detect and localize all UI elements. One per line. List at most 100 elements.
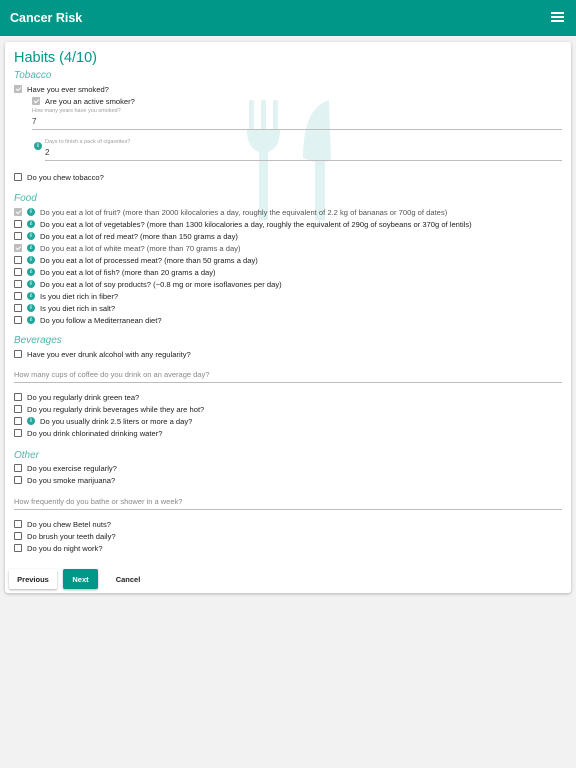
bathe-frequency-input[interactable]: How frequently do you bathe or shower in… — [14, 491, 562, 510]
checkbox-night-work[interactable] — [14, 544, 22, 552]
app-title: Cancer Risk — [10, 11, 83, 25]
info-icon[interactable]: i — [27, 417, 35, 425]
coffee-cups-placeholder: How many cups of coffee do you drink on … — [14, 370, 210, 379]
app-bar: Cancer Risk — [0, 0, 576, 36]
section-title-food: Food — [14, 193, 37, 204]
food-checkbox[interactable] — [14, 256, 22, 264]
bathe-frequency-placeholder: How frequently do you bathe or shower in… — [14, 497, 183, 506]
food-checkbox[interactable] — [14, 316, 22, 324]
info-icon[interactable]: i — [27, 244, 35, 252]
food-checkbox[interactable] — [14, 304, 22, 312]
habits-card: Habits (4/10) Tobacco Have you ever smok… — [5, 42, 571, 593]
checkbox-alcohol[interactable] — [14, 350, 22, 358]
checkbox-row-active-smoker[interactable]: Are you an active smoker? — [32, 95, 135, 107]
checkbox-row-brush[interactable]: Do brush your teeth daily? — [14, 530, 116, 542]
food-item-label: Is you diet rich in fiber? — [40, 291, 119, 301]
exercise-label: Do you exercise regularly? — [27, 463, 117, 473]
info-icon[interactable]: i — [34, 142, 42, 150]
info-icon[interactable]: i — [27, 256, 35, 264]
food-checkbox[interactable] — [14, 220, 22, 228]
section-title-tobacco: Tobacco — [14, 70, 52, 81]
cancel-button[interactable]: Cancel — [108, 569, 148, 589]
food-checkbox-row[interactable]: i Do you eat a lot of processed meat? (mo… — [14, 254, 258, 266]
food-checkbox-row[interactable]: i Is you diet rich in fiber? — [14, 290, 118, 302]
food-item-label: Do you eat a lot of fish? (more than 20 … — [40, 267, 216, 277]
info-icon[interactable]: i — [27, 220, 35, 228]
checkbox-chlorinated[interactable] — [14, 429, 22, 437]
hot-drinks-label: Do you regularly drink beverages while t… — [27, 404, 205, 414]
checkbox-row-water[interactable]: i Do you usually drink 2.5 liters or mor… — [14, 415, 192, 427]
section-title-beverages: Beverages — [14, 335, 62, 346]
checkbox-hot-drinks[interactable] — [14, 405, 22, 413]
checkbox-row-night-work[interactable]: Do you do night work? — [14, 542, 103, 554]
checkbox-exercise[interactable] — [14, 464, 22, 472]
checkbox-ever-smoked[interactable] — [14, 85, 22, 93]
alcohol-label: Have you ever drunk alcohol with any reg… — [27, 349, 191, 359]
food-checkbox-row[interactable]: i Do you eat a lot of fruit? (more than 2… — [14, 206, 447, 218]
section-title-other: Other — [14, 450, 40, 461]
food-checkbox-row[interactable]: i Do you eat a lot of red meat? (more tha… — [14, 230, 238, 242]
food-item-label: Do you eat a lot of processed meat? (mor… — [40, 255, 258, 265]
checkbox-row-alcohol[interactable]: Have you ever drunk alcohol with any reg… — [14, 348, 191, 360]
checkbox-row-exercise[interactable]: Do you exercise regularly? — [14, 462, 117, 474]
checkbox-betel[interactable] — [14, 520, 22, 528]
days-per-pack-label: Days to finish a pack of cigarettes? — [45, 139, 131, 145]
food-checkbox-row[interactable]: i Do you follow a Mediterranean diet? — [14, 314, 162, 326]
info-icon[interactable]: i — [27, 280, 35, 288]
hamburger-menu-icon[interactable] — [551, 12, 564, 24]
water-label: Do you usually drink 2.5 liters or more … — [40, 416, 193, 426]
food-checkbox[interactable] — [14, 208, 22, 216]
days-per-pack-value[interactable]: 2 — [45, 148, 49, 157]
food-checkbox[interactable] — [14, 244, 22, 252]
checkbox-chew-tobacco[interactable] — [14, 173, 22, 181]
night-work-label: Do you do night work? — [27, 543, 103, 553]
checkbox-row-marijuana[interactable]: Do you smoke marijuana? — [14, 474, 115, 486]
info-icon[interactable]: i — [27, 208, 35, 216]
coffee-cups-input[interactable]: How many cups of coffee do you drink on … — [14, 364, 562, 383]
food-checkbox-row[interactable]: i Do you eat a lot of white meat? (more t… — [14, 242, 241, 254]
food-item-label: Do you eat a lot of vegetables? (more th… — [40, 219, 472, 229]
years-smoked-field[interactable]: How many years have you smoked? 7 — [32, 108, 562, 130]
years-smoked-value[interactable]: 7 — [32, 117, 36, 126]
page-heading: Habits (4/10) — [14, 50, 98, 66]
checkbox-row-chlorinated[interactable]: Do you drink chlorinated drinking water? — [14, 427, 163, 439]
days-per-pack-field[interactable]: i Days to finish a pack of cigarettes? 2 — [34, 139, 562, 161]
food-item-label: Do you eat a lot of soy products? (~0.8 … — [40, 279, 282, 289]
years-smoked-label: How many years have you smoked? — [32, 108, 121, 114]
chlorinated-label: Do you drink chlorinated drinking water? — [27, 428, 163, 438]
info-icon[interactable]: i — [27, 268, 35, 276]
info-icon[interactable]: i — [27, 292, 35, 300]
info-icon[interactable]: i — [27, 232, 35, 240]
brush-label: Do brush your teeth daily? — [27, 531, 116, 541]
food-item-label: Do you eat a lot of white meat? (more th… — [40, 243, 241, 253]
checkbox-row-green-tea[interactable]: Do you regularly drink green tea? — [14, 391, 139, 403]
food-checkbox-row[interactable]: i Is you diet rich in salt? — [14, 302, 115, 314]
ever-smoked-label: Have you ever smoked? — [27, 84, 109, 94]
checkbox-row-ever-smoked[interactable]: Have you ever smoked? — [14, 83, 109, 95]
previous-button[interactable]: Previous — [9, 569, 57, 589]
checkbox-row-betel[interactable]: Do you chew Betel nuts? — [14, 518, 111, 530]
checkbox-row-hot-drinks[interactable]: Do you regularly drink beverages while t… — [14, 403, 204, 415]
food-checkbox[interactable] — [14, 268, 22, 276]
food-item-label: Do you follow a Mediterranean diet? — [40, 315, 162, 325]
checkbox-brush[interactable] — [14, 532, 22, 540]
food-checkbox[interactable] — [14, 280, 22, 288]
info-icon[interactable]: i — [27, 316, 35, 324]
chew-tobacco-label: Do you chew tobacco? — [27, 172, 104, 182]
food-checkbox[interactable] — [14, 232, 22, 240]
checkbox-active-smoker[interactable] — [32, 97, 40, 105]
checkbox-marijuana[interactable] — [14, 476, 22, 484]
food-item-label: Is you diet rich in salt? — [40, 303, 116, 313]
next-button[interactable]: Next — [63, 569, 98, 589]
active-smoker-label: Are you an active smoker? — [45, 96, 135, 106]
food-checkbox-row[interactable]: i Do you eat a lot of vegetables? (more t… — [14, 218, 472, 230]
checkbox-water[interactable] — [14, 417, 22, 425]
betel-label: Do you chew Betel nuts? — [27, 519, 112, 529]
info-icon[interactable]: i — [27, 304, 35, 312]
food-checkbox-row[interactable]: i Do you eat a lot of soy products? (~0.8… — [14, 278, 282, 290]
checkbox-green-tea[interactable] — [14, 393, 22, 401]
food-checkbox[interactable] — [14, 292, 22, 300]
food-checkbox-row[interactable]: i Do you eat a lot of fish? (more than 20… — [14, 266, 216, 278]
food-item-label: Do you eat a lot of red meat? (more than… — [40, 231, 238, 241]
checkbox-row-chew-tobacco[interactable]: Do you chew tobacco? — [14, 171, 104, 183]
